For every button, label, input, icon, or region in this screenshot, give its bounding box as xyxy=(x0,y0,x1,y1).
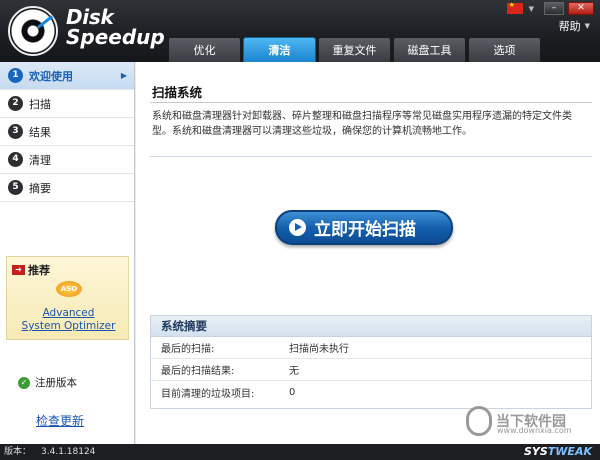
sidebar-item-label: 清理 xyxy=(29,153,51,167)
start-scan-button[interactable]: 立即开始扫描 xyxy=(275,210,453,245)
chevron-right-icon: ▶ xyxy=(120,71,127,80)
step-number-badge: 1 xyxy=(8,68,23,83)
system-summary-panel: 系统摘要 最后的扫描: 扫描尚未执行 最后的扫描结果: 无 目前清理的垃圾项目:… xyxy=(150,315,592,409)
tab-duplicate-files[interactable]: 重复文件 xyxy=(318,37,391,62)
sidebar-item-summary[interactable]: 5 摘要 xyxy=(0,174,134,202)
vendor-text-b: TWEAK xyxy=(547,445,592,458)
check-update-link[interactable]: 检查更新 xyxy=(36,412,84,429)
status-bar: 版本： 3.4.1.18124 SYSTWEAK xyxy=(0,444,600,460)
version-label: 版本： xyxy=(4,447,32,457)
tab-clean[interactable]: 清洁 xyxy=(243,37,316,62)
summary-value: 无 xyxy=(289,366,299,377)
page-title: 扫描系统 xyxy=(152,85,203,100)
watermark-logo-icon xyxy=(466,406,492,436)
check-icon: ✓ xyxy=(18,376,30,389)
sidebar-item-welcome[interactable]: 1 欢迎使用 ▶ xyxy=(0,62,134,90)
sidebar-item-label: 扫描 xyxy=(29,97,51,111)
sidebar-item-clean[interactable]: 4 清理 xyxy=(0,146,134,174)
table-row: 目前清理的垃圾项目: 0 xyxy=(151,381,591,403)
sidebar-item-label: 结果 xyxy=(29,125,51,139)
step-number-badge: 4 xyxy=(8,152,23,167)
page-description: 系统和磁盘清理器针对卸载器、碎片整理和磁盘扫描程序等常见磁盘实用程序遗漏的特定文… xyxy=(152,111,572,137)
aso-logo-icon[interactable]: ASO xyxy=(56,281,82,297)
close-button[interactable]: ✕ xyxy=(568,2,594,15)
registered-label: 注册版本 xyxy=(35,377,77,389)
tab-disk-tools[interactable]: 磁盘工具 xyxy=(393,37,466,62)
sidebar: 1 欢迎使用 ▶ 2 扫描 3 结果 4 清理 5 摘要 ➜ 推荐 ASO Ad… xyxy=(0,62,135,444)
main-panel: 扫描系统 系统和磁盘清理器针对卸载器、碎片整理和磁盘扫描程序等常见磁盘实用程序遗… xyxy=(136,62,600,444)
main-tabs: 优化 清洁 重复文件 磁盘工具 选项 xyxy=(168,37,541,62)
summary-key: 目前清理的垃圾项目: xyxy=(161,388,255,400)
disk-speedup-window: Disk Speedup ▼ – ✕ 帮助 ▼ 优化 清洁 重复文件 磁盘工具 … xyxy=(0,0,600,460)
promo-box: ➜ 推荐 ASO Advanced System Optimizer xyxy=(6,256,129,340)
window-controls: ▼ – ✕ xyxy=(506,1,594,15)
logo-needle xyxy=(37,15,54,29)
help-label[interactable]: 帮助 xyxy=(559,18,581,34)
brand-line2: Speedup xyxy=(66,27,165,47)
tab-optimize[interactable]: 优化 xyxy=(168,37,241,62)
registered-status: ✓ 注册版本 xyxy=(18,375,77,390)
vendor-text-a: SYS xyxy=(523,445,548,458)
summary-key: 最后的扫描结果: xyxy=(161,366,235,377)
sidebar-item-label: 摘要 xyxy=(29,181,51,195)
table-row: 最后的扫描结果: 无 xyxy=(151,359,591,381)
watermark-url: www.downxia.com xyxy=(497,426,572,435)
start-scan-label: 立即开始扫描 xyxy=(314,220,416,240)
minimize-button[interactable]: – xyxy=(544,2,564,15)
section-divider xyxy=(150,156,592,157)
step-number-badge: 5 xyxy=(8,180,23,195)
table-row: 最后的扫描: 扫描尚未执行 xyxy=(151,337,591,359)
summary-key: 最后的扫描: xyxy=(161,344,215,355)
help-dropdown-icon[interactable]: ▼ xyxy=(585,22,590,30)
sidebar-item-results[interactable]: 3 结果 xyxy=(0,118,134,146)
promo-link-line2[interactable]: System Optimizer xyxy=(7,320,130,332)
version-value: 3.4.1.18124 xyxy=(41,447,96,457)
promo-link-line1[interactable]: Advanced xyxy=(7,307,130,319)
promo-header: ➜ 推荐 xyxy=(7,257,128,278)
language-dropdown-icon[interactable]: ▼ xyxy=(529,5,534,13)
promo-arrow-icon: ➜ xyxy=(12,265,25,275)
help-menu[interactable]: 帮助 ▼ xyxy=(559,18,590,34)
app-logo xyxy=(8,6,58,56)
language-flag-icon[interactable] xyxy=(506,1,523,14)
step-number-badge: 3 xyxy=(8,124,23,139)
promo-title: 推荐 xyxy=(28,264,50,277)
title-bar: Disk Speedup ▼ – ✕ 帮助 ▼ 优化 清洁 重复文件 磁盘工具 … xyxy=(0,0,600,62)
vendor-logo: SYSTWEAK xyxy=(524,444,592,460)
summary-value: 0 xyxy=(289,386,296,398)
summary-value: 扫描尚未执行 xyxy=(289,344,349,355)
brand-line1: Disk xyxy=(66,5,114,29)
play-icon xyxy=(289,219,306,236)
tab-options[interactable]: 选项 xyxy=(468,37,541,62)
brand-line2-text: Speedup xyxy=(66,25,165,49)
title-divider xyxy=(150,102,592,103)
step-number-badge: 2 xyxy=(8,96,23,111)
sidebar-item-label: 欢迎使用 xyxy=(29,69,73,83)
summary-title: 系统摘要 xyxy=(151,316,591,337)
sidebar-item-scan[interactable]: 2 扫描 xyxy=(0,90,134,118)
brand-name: Disk Speedup xyxy=(66,7,165,47)
